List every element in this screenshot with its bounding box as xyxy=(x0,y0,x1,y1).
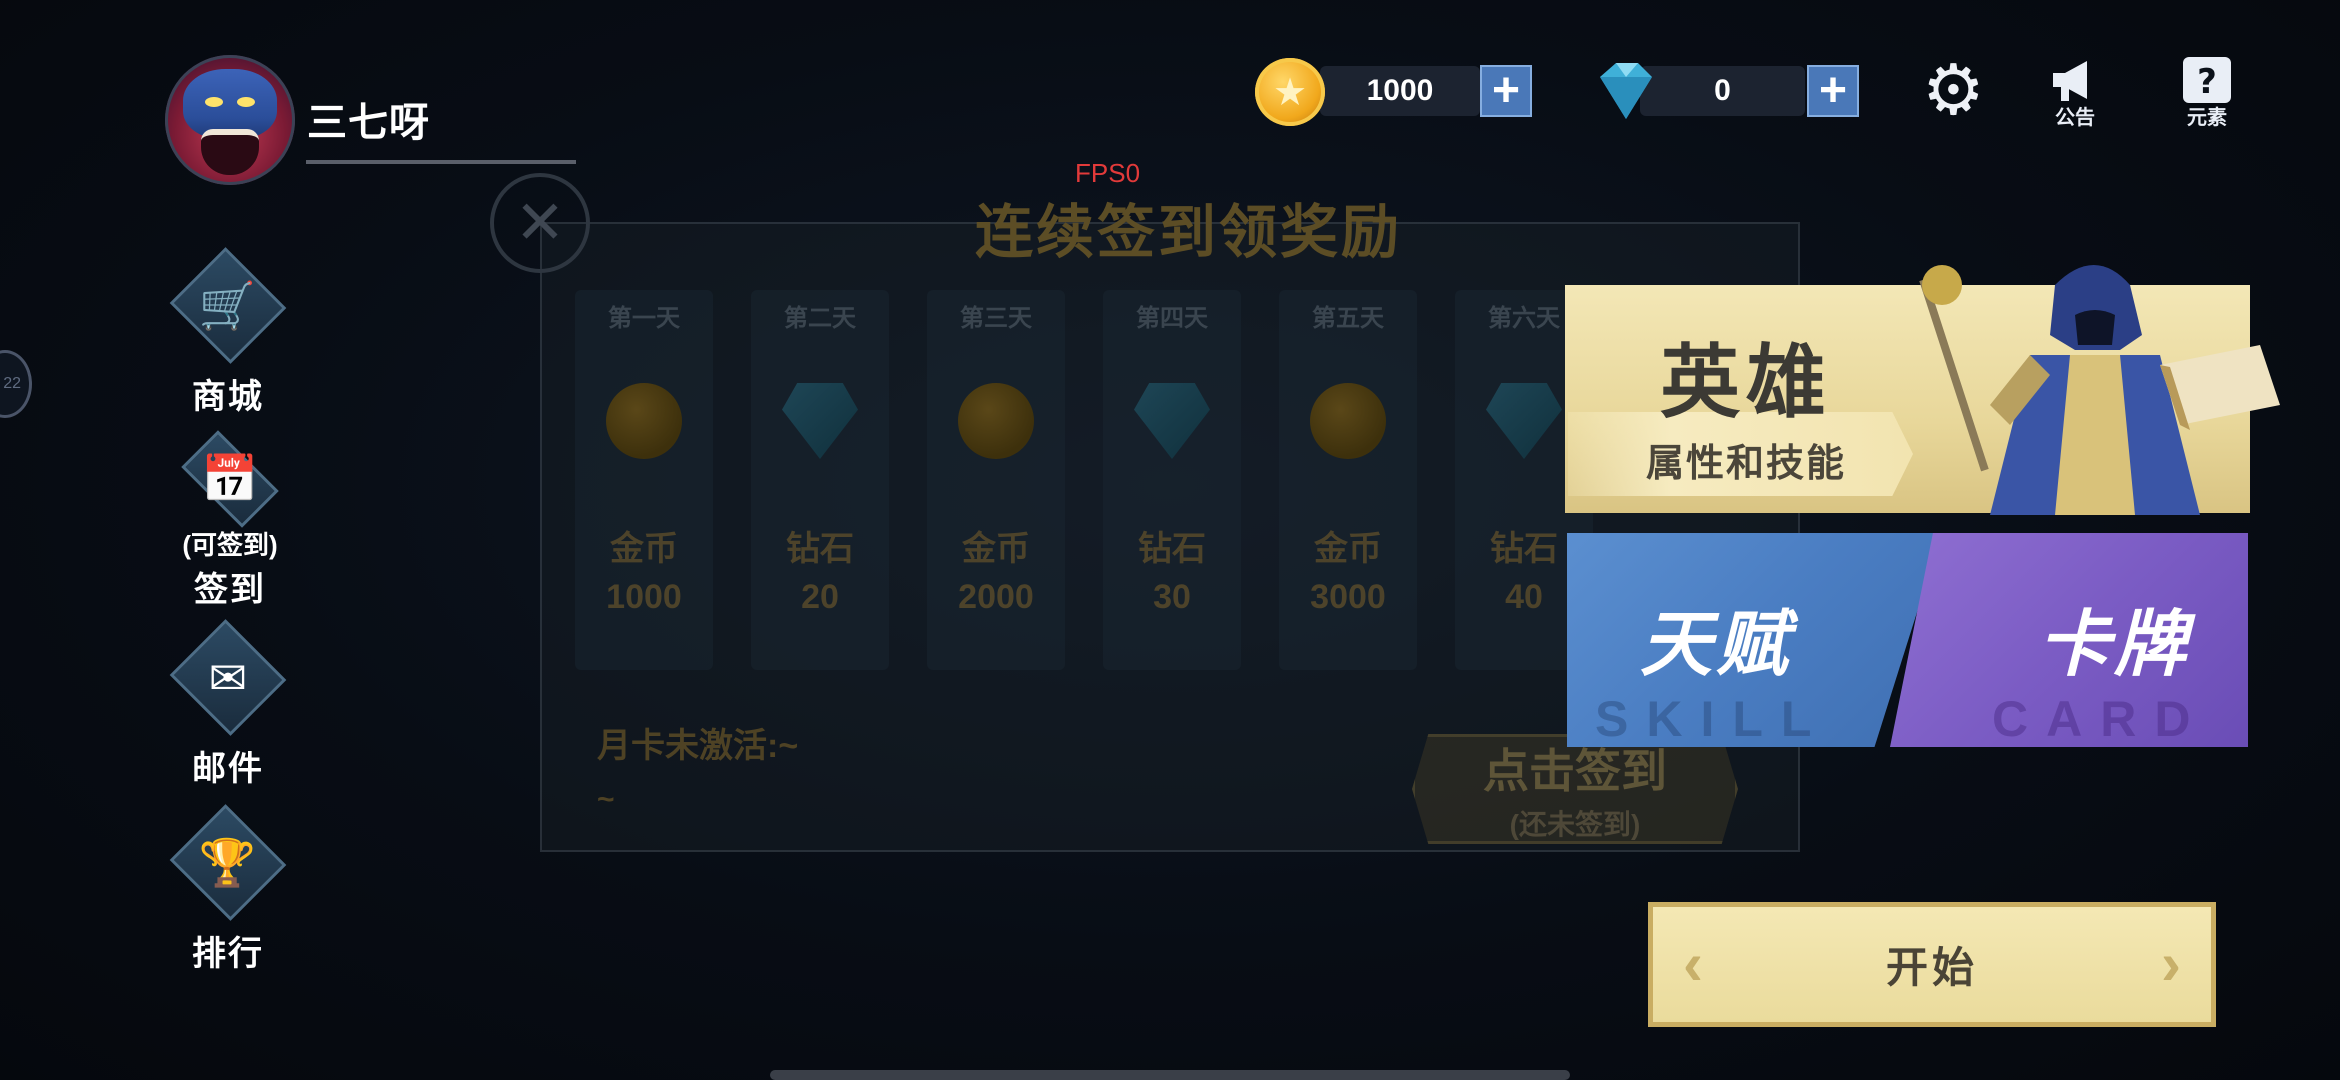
reward-name: 金币 xyxy=(610,530,678,568)
monthly-card-status: 月卡未激活:~ xyxy=(597,727,799,765)
svg-text:?: ? xyxy=(2197,62,2217,102)
elements-help-button[interactable]: ? 元素 xyxy=(2172,55,2242,135)
signin-day-card: 第二天钻石 20 xyxy=(751,290,889,670)
diamond-icon xyxy=(1134,383,1210,459)
coin-icon xyxy=(606,383,682,459)
close-icon[interactable]: ✕ xyxy=(490,173,590,273)
add-gold-button[interactable]: + xyxy=(1480,65,1532,117)
ranking-diamond-frame: 🏆 xyxy=(169,804,287,921)
hooded-mage-icon xyxy=(1919,265,2280,515)
elements-label: 元素 xyxy=(2187,107,2227,129)
diamond-icon xyxy=(1600,63,1652,119)
settings-gear-icon[interactable]: ⚙ xyxy=(1922,55,1985,125)
gold-amount: 1000 xyxy=(1320,66,1480,116)
menu-ranking[interactable]: 🏆 排行 xyxy=(158,804,298,975)
trophy-icon: 🏆 xyxy=(199,836,257,889)
announcement-label: 公告 xyxy=(2055,107,2095,129)
day-label: 第二天 xyxy=(784,305,856,332)
player-name-underline xyxy=(306,160,576,164)
coin-icon xyxy=(1310,383,1386,459)
day-label: 第五天 xyxy=(1312,305,1384,332)
reward-name: 钻石 xyxy=(1138,530,1206,568)
menu-ranking-label: 排行 xyxy=(192,935,264,973)
shopping-cart-icon: 🛒 xyxy=(199,279,257,332)
megaphone-icon xyxy=(2053,61,2087,101)
menu-signin[interactable]: 📅 (可签到) 签到 xyxy=(160,430,300,609)
menu-signin-status: (可签到) xyxy=(182,530,278,560)
reward-amount: 3000 xyxy=(1310,578,1386,616)
monthly-card-detail: ~ xyxy=(597,783,615,816)
chevron-right-icon: › xyxy=(2161,930,2181,997)
reward-amount: 20 xyxy=(801,578,839,616)
side-floating-tab[interactable]: 22 xyxy=(0,350,32,418)
card-deck-title: 卡牌 xyxy=(2038,605,2191,685)
mail-diamond-frame: ✉ xyxy=(169,619,287,736)
coin-icon xyxy=(958,383,1034,459)
day-label: 第三天 xyxy=(960,305,1032,332)
day-label: 第六天 xyxy=(1488,305,1560,332)
reward-name: 金币 xyxy=(962,530,1030,568)
add-diamond-button[interactable]: + xyxy=(1807,65,1859,117)
menu-shop[interactable]: 🛒 商城 xyxy=(158,247,298,418)
fps-counter: FPS0 xyxy=(1075,158,1141,188)
day-label: 第一天 xyxy=(608,305,680,332)
home-indicator-bar[interactable] xyxy=(770,1070,1570,1080)
menu-mail[interactable]: ✉ 邮件 xyxy=(158,619,298,790)
claim-signin-status: (还未签到) xyxy=(1509,809,1641,840)
avatar[interactable] xyxy=(165,55,295,185)
menu-mail-label: 邮件 xyxy=(192,750,264,788)
avatar-eye-right xyxy=(237,97,255,107)
diamond-amount: 0 xyxy=(1640,66,1805,116)
reward-amount: 40 xyxy=(1505,578,1543,616)
diamond-icon xyxy=(782,383,858,459)
signin-day-card: 第四天钻石 30 xyxy=(1103,290,1241,670)
day-label: 第四天 xyxy=(1136,305,1208,332)
talent-ghost-text: SKILL xyxy=(1595,691,1830,747)
claim-signin-button[interactable]: 点击签到 (还未签到) xyxy=(1412,734,1738,844)
signin-diamond-frame: 📅 xyxy=(181,430,279,528)
card-ghost-text: CARD xyxy=(1992,691,2209,747)
diamond-icon xyxy=(1486,383,1562,459)
reward-amount: 2000 xyxy=(958,578,1034,616)
announcement-button[interactable]: 公告 xyxy=(2040,55,2110,135)
talent-title: 天赋 xyxy=(1640,605,1793,685)
reward-name: 金币 xyxy=(1314,530,1382,568)
reward-name: 钻石 xyxy=(786,530,854,568)
envelope-icon: ✉ xyxy=(208,651,248,704)
calendar-check-icon: 📅 xyxy=(201,453,259,505)
hero-title: 英雄 xyxy=(1660,338,1832,427)
start-label: 开始 xyxy=(1885,944,1978,991)
shop-diamond-frame: 🛒 xyxy=(169,247,287,364)
start-button[interactable]: ‹ 开始 › xyxy=(1648,902,2216,1027)
signin-day-card: 第五天金币 3000 xyxy=(1279,290,1417,670)
signin-panel-title: 连续签到领奖励 xyxy=(975,200,1403,265)
chevron-left-icon: ‹ xyxy=(1683,930,1703,997)
player-name: 三七呀 xyxy=(307,101,430,145)
help-question-icon: ? xyxy=(2183,57,2231,103)
menu-signin-label: 签到 xyxy=(194,571,266,609)
reward-amount: 30 xyxy=(1153,578,1191,616)
reward-amount: 1000 xyxy=(606,578,682,616)
signin-day-card: 第一天金币 1000 xyxy=(575,290,713,670)
hero-subtitle: 属性和技能 xyxy=(1646,443,1847,485)
avatar-mouth xyxy=(201,129,259,175)
signin-day-card: 第三天金币 2000 xyxy=(927,290,1065,670)
reward-name: 钻石 xyxy=(1490,530,1558,568)
menu-shop-label: 商城 xyxy=(192,378,264,416)
gold-coin-icon: ★ xyxy=(1255,58,1325,126)
avatar-eye-left xyxy=(205,97,223,107)
